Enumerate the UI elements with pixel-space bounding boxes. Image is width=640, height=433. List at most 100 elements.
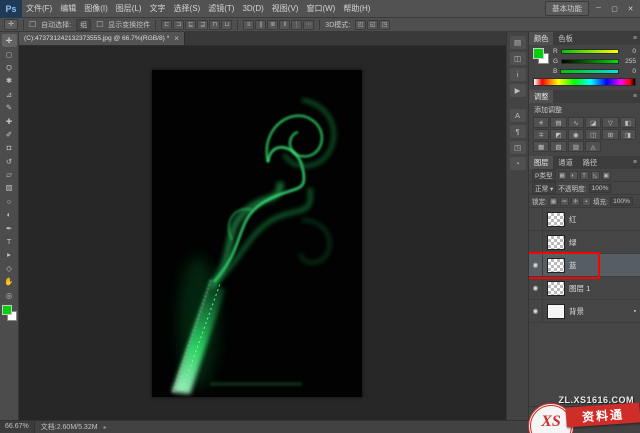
vibrance-icon[interactable]: ▽ bbox=[602, 117, 619, 128]
3d-pan-icon[interactable]: ◱ bbox=[367, 19, 379, 30]
pen-tool[interactable]: ✒ bbox=[2, 221, 17, 234]
eraser-tool[interactable]: ▱ bbox=[2, 168, 17, 181]
tab-paths[interactable]: 路径 bbox=[578, 156, 602, 169]
layer-styles-icon[interactable]: fx bbox=[547, 410, 558, 417]
tab-swatches[interactable]: 色板 bbox=[553, 32, 577, 45]
path-select-tool[interactable]: ▸ bbox=[2, 248, 17, 261]
distribute-right-icon[interactable]: ⋯ bbox=[303, 19, 315, 30]
align-bottom-icon[interactable]: ⊔ bbox=[221, 19, 233, 30]
red-value[interactable]: 0 bbox=[622, 48, 636, 55]
layer-thumbnail[interactable] bbox=[547, 257, 565, 273]
align-middle-icon[interactable]: ⊓ bbox=[209, 19, 221, 30]
panel-menu-icon[interactable]: ≡ bbox=[630, 156, 640, 169]
new-layer-icon[interactable]: ⊞ bbox=[611, 410, 622, 418]
tab-color[interactable]: 颜色 bbox=[529, 32, 554, 45]
properties-panel-icon[interactable]: ◫ bbox=[509, 52, 526, 65]
gradient-map-icon[interactable]: ▥ bbox=[567, 141, 584, 152]
hand-tool[interactable]: ✋ bbox=[2, 275, 17, 288]
auto-select-dropdown[interactable]: 组 bbox=[76, 18, 92, 31]
layer-thumbnail[interactable] bbox=[547, 303, 565, 319]
invert-icon[interactable]: ◨ bbox=[619, 129, 636, 140]
status-popup-arrow[interactable]: ▸ bbox=[104, 424, 107, 431]
tab-channels[interactable]: 通道 bbox=[553, 156, 577, 169]
minimize-button[interactable]: ─ bbox=[592, 5, 605, 12]
filter-smart-icon[interactable]: ▣ bbox=[601, 170, 611, 180]
layer-row-background[interactable]: ◉ 背景 ▪ bbox=[529, 300, 640, 323]
move-tool[interactable]: ✛ bbox=[1, 34, 17, 48]
menu-3d[interactable]: 3D(D) bbox=[238, 0, 267, 18]
lock-all-icon[interactable]: ▪ bbox=[582, 196, 592, 206]
hue-saturation-icon[interactable]: ◧ bbox=[619, 117, 636, 128]
shape-tool[interactable]: ◇ bbox=[2, 262, 17, 275]
healing-brush-tool[interactable]: ✚ bbox=[2, 114, 17, 127]
character-panel-icon[interactable]: A bbox=[509, 109, 526, 122]
zoom-tool[interactable]: ◎ bbox=[2, 288, 17, 301]
close-button[interactable]: ✕ bbox=[624, 5, 637, 13]
tool-preset-icon[interactable]: ✛ bbox=[4, 19, 18, 30]
menu-image[interactable]: 图像(I) bbox=[80, 0, 112, 18]
foreground-color-swatch[interactable] bbox=[1, 304, 12, 315]
document-tab[interactable]: (C):473731242132373555.jpg @ 66.7%(RGB/8… bbox=[19, 32, 185, 45]
brightness-contrast-icon[interactable]: ☀ bbox=[533, 117, 550, 128]
visibility-toggle[interactable]: ◉ bbox=[529, 254, 543, 276]
distribute-middle-icon[interactable]: ∥ bbox=[255, 19, 267, 30]
paragraph-panel-icon[interactable]: ¶ bbox=[509, 125, 526, 138]
3d-rotate-icon[interactable]: ◰ bbox=[355, 19, 367, 30]
visibility-toggle[interactable] bbox=[529, 231, 543, 253]
blur-tool[interactable]: ○ bbox=[2, 195, 17, 208]
blend-mode-dropdown[interactable]: 正常 ▾ bbox=[532, 182, 557, 194]
crop-tool[interactable]: ⊿ bbox=[2, 88, 17, 101]
layer-row-blue[interactable]: ◉ 蓝 bbox=[529, 251, 640, 279]
filter-shape-icon[interactable]: ◺ bbox=[590, 170, 600, 180]
menu-edit[interactable]: 编辑 bbox=[56, 0, 80, 18]
distribute-center-icon[interactable]: ⋮ bbox=[291, 19, 303, 30]
distribute-bottom-icon[interactable]: ≣ bbox=[267, 19, 279, 30]
green-value[interactable]: 255 bbox=[622, 58, 636, 65]
selective-color-icon[interactable]: ◬ bbox=[585, 141, 602, 152]
new-group-icon[interactable]: ▢ bbox=[595, 410, 606, 418]
panel-menu-icon[interactable]: ≡ bbox=[630, 90, 640, 103]
distribute-top-icon[interactable]: ≡ bbox=[243, 19, 255, 30]
zoom-level-field[interactable]: 66.67% bbox=[0, 421, 35, 433]
show-transform-checkbox[interactable]: ☐ bbox=[96, 20, 103, 29]
new-adjustment-layer-icon[interactable]: ◐ bbox=[579, 410, 590, 417]
menu-window[interactable]: 窗口(W) bbox=[302, 0, 339, 18]
blue-value[interactable]: 0 bbox=[622, 68, 636, 75]
quick-select-tool[interactable]: ✱ bbox=[2, 74, 17, 87]
channel-mixer-icon[interactable]: ◫ bbox=[585, 129, 602, 140]
navigator-panel-icon[interactable]: ◔ bbox=[509, 157, 526, 170]
brush-tool[interactable]: ✐ bbox=[2, 128, 17, 141]
dodge-tool[interactable]: ◐ bbox=[2, 208, 17, 221]
opacity-value[interactable]: 100% bbox=[588, 183, 612, 193]
threshold-icon[interactable]: ▧ bbox=[550, 141, 567, 152]
actions-panel-icon[interactable]: ▶ bbox=[509, 84, 526, 97]
history-panel-icon[interactable]: ▤ bbox=[509, 36, 526, 49]
lock-transparency-icon[interactable]: ▦ bbox=[549, 196, 559, 206]
filter-type-dropdown[interactable]: P类型 bbox=[532, 169, 556, 181]
clone-source-panel-icon[interactable]: ◳ bbox=[509, 141, 526, 154]
align-center-icon[interactable]: ⊐ bbox=[173, 19, 185, 30]
green-slider[interactable] bbox=[561, 59, 619, 64]
link-layers-icon[interactable]: ∞ bbox=[531, 410, 542, 417]
menu-file[interactable]: 文件(F) bbox=[22, 0, 56, 18]
info-panel-icon[interactable]: i bbox=[509, 68, 526, 81]
layer-row-green[interactable]: 绿 bbox=[529, 231, 640, 254]
posterize-icon[interactable]: ▦ bbox=[533, 141, 550, 152]
maximize-button[interactable]: ▢ bbox=[608, 5, 621, 13]
menu-select[interactable]: 选择(S) bbox=[170, 0, 205, 18]
menu-view[interactable]: 视图(V) bbox=[268, 0, 303, 18]
layer-row-layer1[interactable]: ◉ 图层 1 bbox=[529, 277, 640, 300]
layer-thumbnail[interactable] bbox=[547, 211, 565, 227]
visibility-toggle[interactable]: ◉ bbox=[529, 300, 543, 322]
layer-thumbnail[interactable] bbox=[547, 234, 565, 250]
menu-layer[interactable]: 图层(L) bbox=[112, 0, 146, 18]
menu-filter[interactable]: 滤镜(T) bbox=[204, 0, 238, 18]
workspace-switcher[interactable]: 基本功能 bbox=[545, 1, 589, 16]
layer-row-red[interactable]: 红 bbox=[529, 208, 640, 231]
3d-scale-icon[interactable]: ◳ bbox=[379, 19, 391, 30]
filter-adjustment-icon[interactable]: ◐ bbox=[568, 170, 578, 180]
panel-menu-icon[interactable]: ≡ bbox=[630, 32, 640, 45]
align-right-icon[interactable]: ⊑ bbox=[185, 19, 197, 30]
gradient-tool[interactable]: ▨ bbox=[2, 181, 17, 194]
align-top-icon[interactable]: ⊒ bbox=[197, 19, 209, 30]
